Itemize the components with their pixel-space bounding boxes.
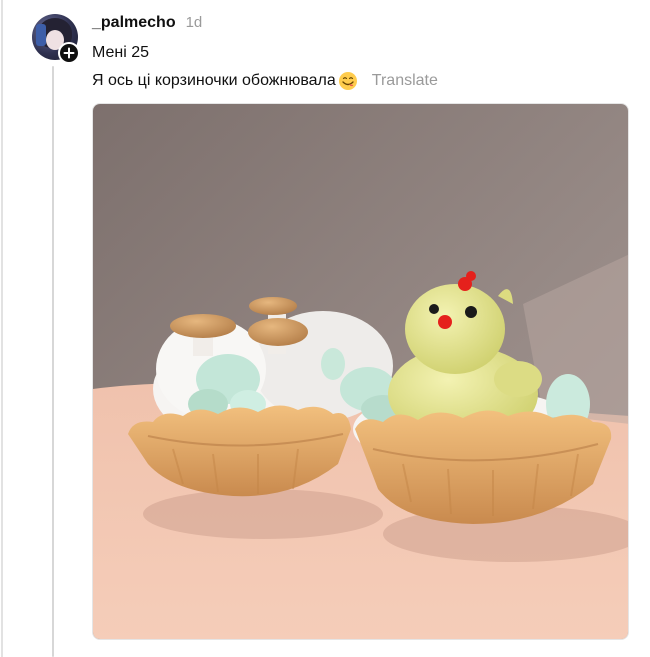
post-timestamp[interactable]: 1d bbox=[186, 14, 203, 31]
tartlets-photo bbox=[93, 104, 628, 639]
follow-button[interactable] bbox=[58, 42, 80, 64]
plus-icon bbox=[63, 47, 75, 59]
thread-line bbox=[52, 66, 54, 657]
left-divider bbox=[1, 0, 3, 657]
username-link[interactable]: _palmecho bbox=[92, 14, 176, 32]
translate-link[interactable]: Translate bbox=[372, 72, 438, 90]
post-photo[interactable] bbox=[92, 103, 629, 640]
post-text-line-2-row: Я ось ці корзиночки обожнювала Translate bbox=[92, 71, 438, 91]
savoring-food-emoji-icon bbox=[338, 72, 357, 90]
post-text-line-1: Мені 25 bbox=[92, 44, 150, 61]
post-header: _palmecho 1d bbox=[92, 14, 202, 32]
post-text-line-2: Я ось ці корзиночки обожнювала bbox=[92, 72, 336, 89]
